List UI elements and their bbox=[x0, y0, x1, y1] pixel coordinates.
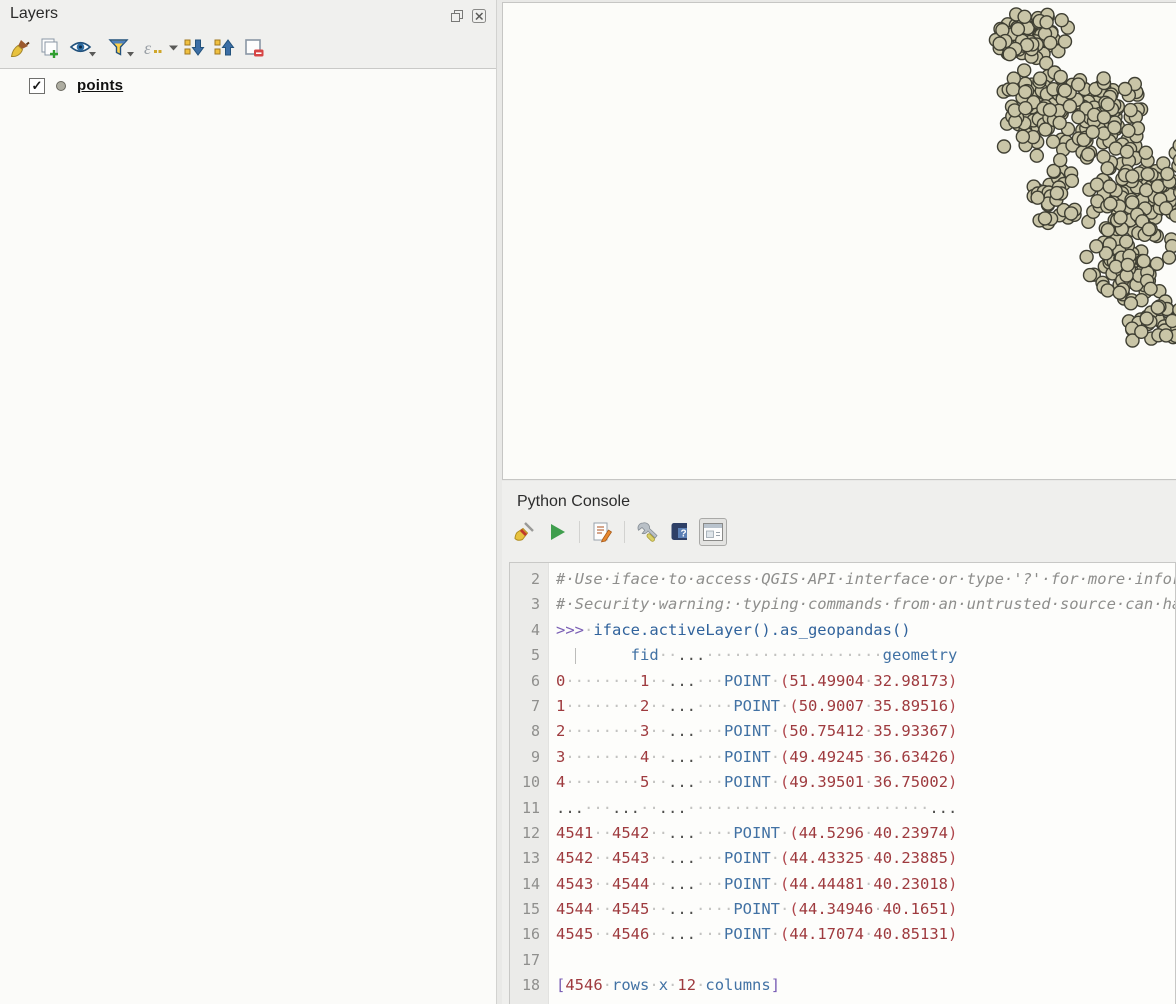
line-number: 6 bbox=[510, 669, 548, 694]
remove-layer-button[interactable] bbox=[239, 33, 269, 63]
console-line bbox=[556, 999, 1175, 1004]
layers-tree: ✓ points bbox=[0, 68, 496, 1004]
filter-legend-button[interactable] bbox=[103, 33, 141, 63]
console-line bbox=[556, 948, 1175, 973]
clear-console-button[interactable] bbox=[510, 518, 538, 546]
line-number: 15 bbox=[510, 897, 548, 922]
layer-styling-brush-icon bbox=[8, 36, 32, 60]
float-panel-button[interactable] bbox=[448, 7, 466, 25]
line-number: 12 bbox=[510, 821, 548, 846]
console-line: 4544··4545··...····POINT·(44.34946·40.16… bbox=[556, 897, 1175, 922]
console-line: 4545··4546··...···POINT·(44.17074·40.851… bbox=[556, 922, 1175, 947]
layer-item-points[interactable]: ✓ points bbox=[0, 69, 496, 94]
line-number: 16 bbox=[510, 922, 548, 947]
console-line: 4541··4542··...····POINT·(44.5296·40.239… bbox=[556, 821, 1175, 846]
run-play-icon bbox=[546, 521, 568, 543]
broom-icon bbox=[512, 520, 536, 544]
show-editor-button[interactable] bbox=[588, 518, 616, 546]
add-group-icon bbox=[38, 36, 62, 60]
checkbox-check-icon: ✓ bbox=[32, 78, 43, 94]
console-toolbar: ? bbox=[510, 518, 727, 546]
object-inspector-toggle-button[interactable] bbox=[699, 518, 727, 546]
line-number: 10 bbox=[510, 770, 548, 795]
close-icon bbox=[471, 8, 487, 24]
console-line: #·Use·iface·to·access·QGIS·API·interface… bbox=[556, 567, 1175, 592]
console-line: 4········5··...···POINT·(49.39501·36.750… bbox=[556, 770, 1175, 795]
filter-by-expression-button[interactable]: ε bbox=[141, 33, 179, 63]
close-panel-button[interactable] bbox=[470, 7, 488, 25]
line-number: 11 bbox=[510, 796, 548, 821]
line-number: 18 bbox=[510, 973, 548, 998]
svg-text:?: ? bbox=[681, 529, 687, 540]
map-canvas[interactable] bbox=[502, 2, 1176, 480]
layers-panel: Layers bbox=[0, 0, 497, 1004]
layers-panel-title: Layers bbox=[10, 5, 58, 23]
console-line: fid··...···················geometry bbox=[556, 643, 1175, 668]
console-line: ...···...··...··························… bbox=[556, 796, 1175, 821]
line-number: 14 bbox=[510, 872, 548, 897]
python-console-panel: Python Console bbox=[502, 481, 1176, 1004]
help-button[interactable]: ? bbox=[666, 518, 694, 546]
line-number: 2 bbox=[510, 567, 548, 592]
console-line: 4542··4543··...···POINT·(44.43325·40.238… bbox=[556, 846, 1175, 871]
console-line: #·Security·warning:·typing·commands·from… bbox=[556, 592, 1175, 617]
line-number: 17 bbox=[510, 948, 548, 973]
point-symbol-icon bbox=[56, 81, 66, 91]
run-command-button[interactable] bbox=[543, 518, 571, 546]
expression-epsilon-icon: ε bbox=[141, 36, 179, 60]
manage-map-themes-button[interactable] bbox=[65, 33, 103, 63]
collapse-all-icon bbox=[212, 36, 236, 60]
float-window-icon bbox=[449, 8, 465, 24]
line-number: 5 bbox=[510, 643, 548, 668]
console-line: 1········2··...····POINT·(50.9007·35.895… bbox=[556, 694, 1175, 719]
options-button[interactable] bbox=[633, 518, 661, 546]
python-console-title: Python Console bbox=[517, 493, 630, 511]
console-code: #·Use·iface·to·access·QGIS·API·interface… bbox=[556, 567, 1175, 1004]
console-line: 2········3··...···POINT·(50.75412·35.933… bbox=[556, 719, 1175, 744]
console-line: 3········4··...···POINT·(49.49245·36.634… bbox=[556, 745, 1175, 770]
layer-visibility-checkbox[interactable]: ✓ bbox=[29, 78, 45, 94]
toolbar-separator bbox=[579, 521, 580, 543]
toolbar-separator bbox=[624, 521, 625, 543]
expand-all-icon bbox=[182, 36, 206, 60]
filter-funnel-icon bbox=[107, 36, 137, 60]
line-number: 13 bbox=[510, 846, 548, 871]
console-line: 4543··4544··...···POINT·(44.44481·40.230… bbox=[556, 872, 1175, 897]
layer-name: points bbox=[77, 77, 123, 94]
line-number: 7 bbox=[510, 694, 548, 719]
add-group-button[interactable] bbox=[35, 33, 65, 63]
console-line: 0········1··...···POINT·(51.49904·32.981… bbox=[556, 669, 1175, 694]
line-number: 3 bbox=[510, 592, 548, 617]
layers-toolbar: ε bbox=[5, 32, 269, 64]
script-editor-icon bbox=[590, 520, 614, 544]
expand-all-button[interactable] bbox=[179, 33, 209, 63]
collapse-all-button[interactable] bbox=[209, 33, 239, 63]
svg-text:ε: ε bbox=[144, 38, 152, 58]
map-points-svg bbox=[503, 3, 1176, 481]
line-number: 19 bbox=[510, 999, 548, 1004]
help-book-icon: ? bbox=[668, 520, 692, 544]
window-panel-icon bbox=[702, 522, 724, 542]
console-output[interactable]: 2345678910111213141516171819 #·Use·iface… bbox=[509, 562, 1176, 1004]
layers-panel-window-buttons bbox=[448, 7, 488, 25]
console-line: [4546·rows·x·12·columns] bbox=[556, 973, 1175, 998]
wrench-icon bbox=[635, 520, 659, 544]
console-line: >>>·iface.activeLayer().as_geopandas() bbox=[556, 618, 1175, 643]
console-gutter: 2345678910111213141516171819 bbox=[510, 563, 549, 1004]
line-number: 9 bbox=[510, 745, 548, 770]
line-number: 4 bbox=[510, 618, 548, 643]
eye-icon bbox=[69, 36, 99, 60]
remove-layer-icon bbox=[242, 36, 266, 60]
line-number: 8 bbox=[510, 719, 548, 744]
open-layer-styling-button[interactable] bbox=[5, 33, 35, 63]
